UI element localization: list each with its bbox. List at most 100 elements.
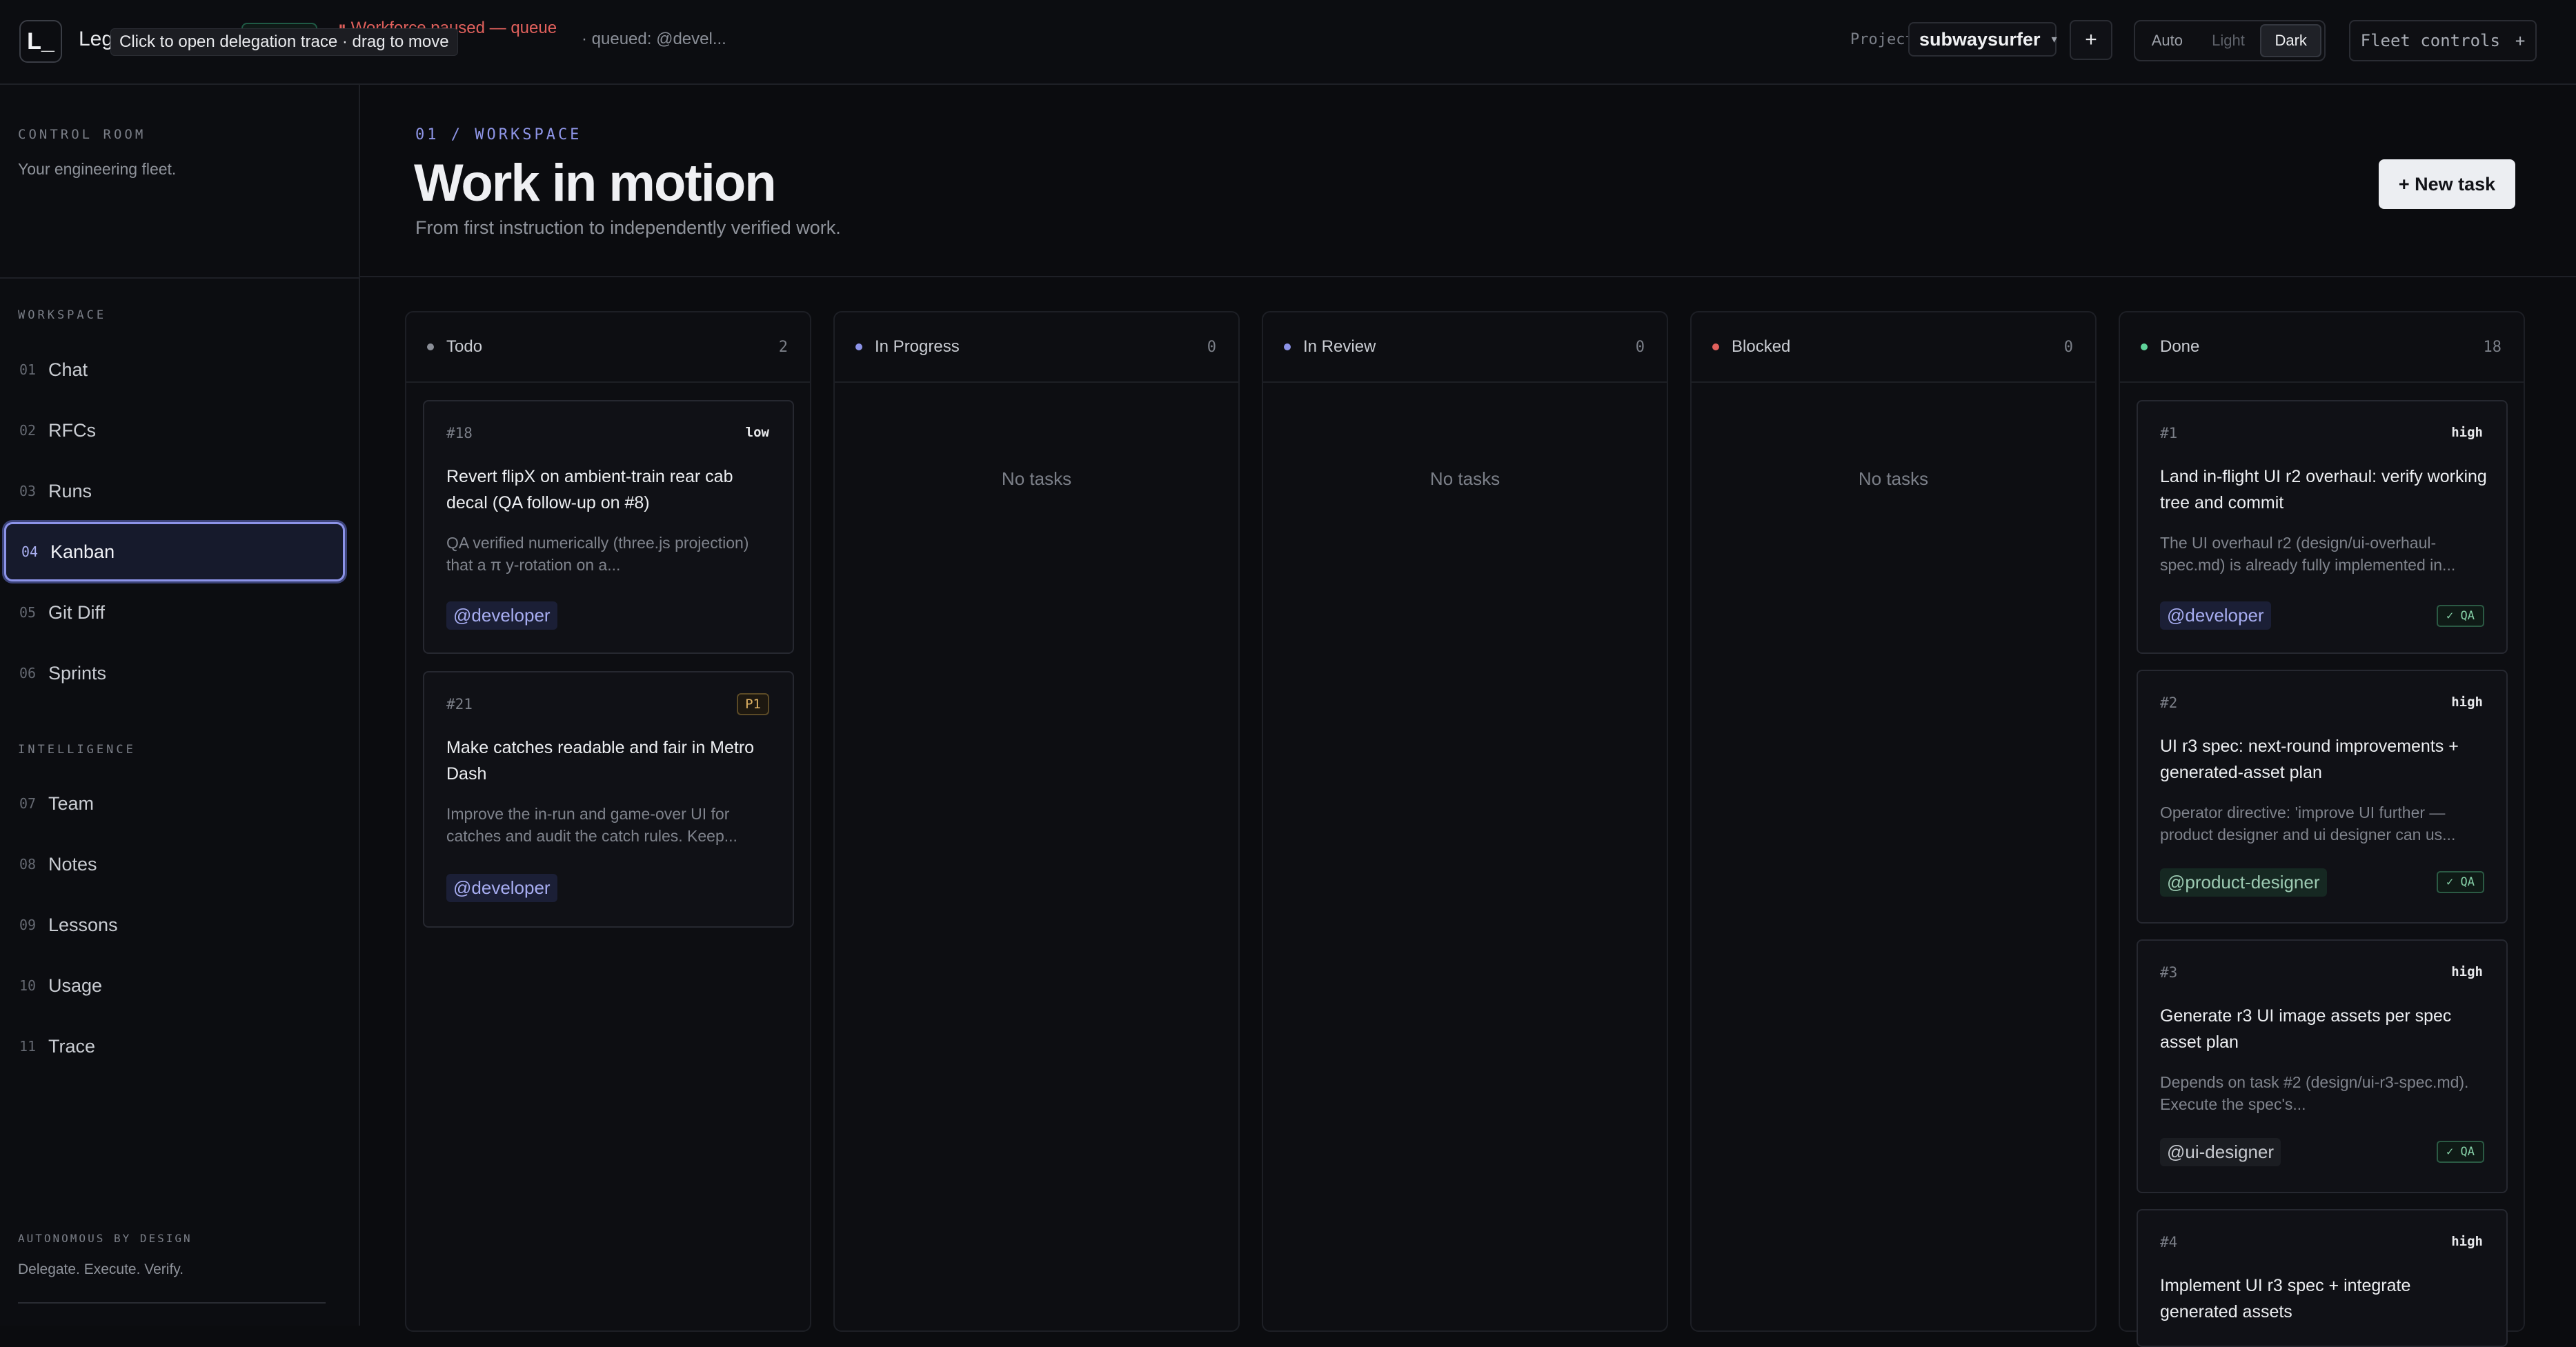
task-id: #1: [2160, 425, 2178, 441]
column-header: Todo 2: [406, 312, 810, 383]
page-subtitle: From first instruction to independently …: [415, 217, 841, 238]
sidebar-item-kanban[interactable]: 04 Kanban: [4, 522, 345, 581]
theme-dark-option[interactable]: Dark: [2260, 24, 2322, 57]
task-id: #2: [2160, 695, 2178, 711]
queued-indicator: · queued: @devel...: [582, 30, 726, 48]
priority-badge: high: [2451, 425, 2483, 440]
qa-verified-badge: ✓ QA: [2437, 1141, 2484, 1163]
nav-label: Team: [48, 792, 95, 814]
task-description: QA verified numerically (three.js projec…: [446, 534, 749, 574]
column-title: Done: [2160, 337, 2200, 356]
nav-number: 02: [19, 422, 37, 439]
assignee-tag[interactable]: @product-designer: [2160, 868, 2327, 897]
nav-label: RFCs: [48, 419, 96, 441]
project-value: subwaysurfer: [1919, 28, 2041, 50]
priority-badge: high: [2451, 1234, 2483, 1249]
column-title: Todo: [446, 337, 483, 356]
nav-label: Notes: [48, 853, 97, 875]
column-count: 0: [1635, 338, 1645, 356]
breadcrumb: 01 / WORKSPACE: [415, 126, 582, 143]
status-dot-icon: [855, 343, 862, 350]
sidebar-item-runs[interactable]: 03 Runs: [4, 461, 345, 521]
qa-verified-badge: ✓ QA: [2437, 871, 2484, 893]
sidebar-divider: [0, 277, 359, 279]
nav-number: 07: [19, 795, 37, 812]
nav-number: 03: [19, 483, 37, 499]
nav-label: Lessons: [48, 914, 118, 935]
status-dot-icon: [2141, 343, 2148, 350]
task-card[interactable]: #3 high Generate r3 UI image assets per …: [2137, 939, 2508, 1193]
nav-label: Chat: [48, 359, 88, 380]
sidebar-footer-text: Delegate. Execute. Verify.: [18, 1261, 184, 1277]
sidebar: [0, 85, 360, 1326]
fleet-controls-button[interactable]: Fleet controls +: [2349, 20, 2537, 61]
column-title: In Review: [1303, 337, 1376, 356]
task-card[interactable]: #21 P1 Make catches readable and fair in…: [423, 671, 794, 928]
task-id: #18: [446, 425, 473, 441]
column-count: 0: [2063, 338, 2073, 356]
fleet-controls-label: Fleet controls: [2360, 31, 2500, 50]
nav-number: 08: [19, 856, 37, 872]
sidebar-item-team[interactable]: 07 Team: [4, 774, 345, 833]
column-count: 18: [2483, 338, 2502, 356]
sidebar-eyebrow: CONTROL ROOM: [18, 127, 146, 142]
nav-number: 05: [19, 604, 37, 621]
column-title: In Progress: [875, 337, 960, 356]
column-title: Blocked: [1732, 337, 1791, 356]
chevron-down-icon: ▾: [2051, 34, 2057, 46]
empty-state: No tasks: [1429, 468, 1500, 489]
column-header: In Review 0: [1263, 312, 1667, 383]
sidebar-item-usage[interactable]: 10 Usage: [4, 956, 345, 1015]
project-select[interactable]: subwaysurfer ▾: [1908, 22, 2057, 57]
empty-state: No tasks: [1858, 468, 1929, 489]
sidebar-item-git-diff[interactable]: 05 Git Diff: [4, 583, 345, 642]
sidebar-item-notes[interactable]: 08 Notes: [4, 835, 345, 894]
sidebar-item-lessons[interactable]: 09 Lessons: [4, 895, 345, 955]
add-project-button[interactable]: +: [2070, 20, 2112, 60]
column-in-progress: In Progress 0 No tasks: [833, 311, 1240, 1332]
priority-badge: high: [2451, 695, 2483, 710]
assignee-tag[interactable]: @ui-designer: [2160, 1138, 2281, 1166]
task-description: Depends on task #2 (design/ui-r3-spec.md…: [2160, 1073, 2469, 1113]
task-card[interactable]: #4 high Implement UI r3 spec + integrate…: [2137, 1209, 2508, 1347]
sidebar-item-chat[interactable]: 01 Chat: [4, 340, 345, 399]
assignee-tag[interactable]: @developer: [446, 601, 557, 630]
nav-label: Runs: [48, 480, 92, 501]
theme-auto-option[interactable]: Auto: [2138, 24, 2197, 57]
top-bar: L_ Leg ⏸ Workforce paused — queue · queu…: [0, 0, 2576, 85]
app-logo[interactable]: L_: [19, 20, 62, 63]
task-description: Operator directive: 'improve UI further …: [2160, 804, 2456, 844]
sidebar-item-rfcs[interactable]: 02 RFCs: [4, 401, 345, 460]
column-done: Done 18 #1 high Land in-flight UI r2 ove…: [2119, 311, 2525, 1347]
nav-number: 04: [21, 543, 39, 560]
task-card[interactable]: #18 low Revert flipX on ambient-train re…: [423, 400, 794, 654]
assignee-tag[interactable]: @developer: [2160, 601, 2271, 630]
sidebar-footer-eyebrow: AUTONOMOUS BY DESIGN: [18, 1232, 192, 1245]
task-card[interactable]: #2 high UI r3 spec: next-round improveme…: [2137, 670, 2508, 924]
task-description: The UI overhaul r2 (design/ui-overhaul-s…: [2160, 534, 2456, 574]
nav-number: 06: [19, 665, 37, 681]
task-title: Implement UI r3 spec + integrate generat…: [2160, 1276, 2411, 1321]
sidebar-item-trace[interactable]: 11 Trace: [4, 1017, 345, 1076]
column-count: 2: [778, 338, 788, 356]
column-count: 0: [1207, 338, 1216, 356]
status-dot-icon: [1712, 343, 1719, 350]
sidebar-item-sprints[interactable]: 06 Sprints: [4, 643, 345, 703]
column-header: Blocked 0: [1692, 312, 2095, 383]
header-divider: [360, 276, 2576, 277]
priority-badge: low: [745, 425, 769, 440]
nav-number: 01: [19, 361, 37, 378]
intelligence-heading: INTELLIGENCE: [18, 743, 136, 757]
new-task-button[interactable]: + New task: [2379, 159, 2515, 209]
task-title: Revert flipX on ambient-train rear cab d…: [446, 467, 733, 512]
nav-label: Sprints: [48, 662, 107, 684]
column-in-review: In Review 0 No tasks: [1262, 311, 1668, 1332]
plus-icon: +: [2515, 31, 2526, 50]
assignee-tag[interactable]: @developer: [446, 874, 557, 902]
task-id: #3: [2160, 964, 2178, 981]
task-card[interactable]: #1 high Land in-flight UI r2 overhaul: v…: [2137, 400, 2508, 654]
theme-light-option[interactable]: Light: [2199, 24, 2258, 57]
priority-badge: high: [2451, 964, 2483, 979]
priority-badge: P1: [737, 693, 769, 715]
nav-number: 11: [19, 1038, 37, 1055]
